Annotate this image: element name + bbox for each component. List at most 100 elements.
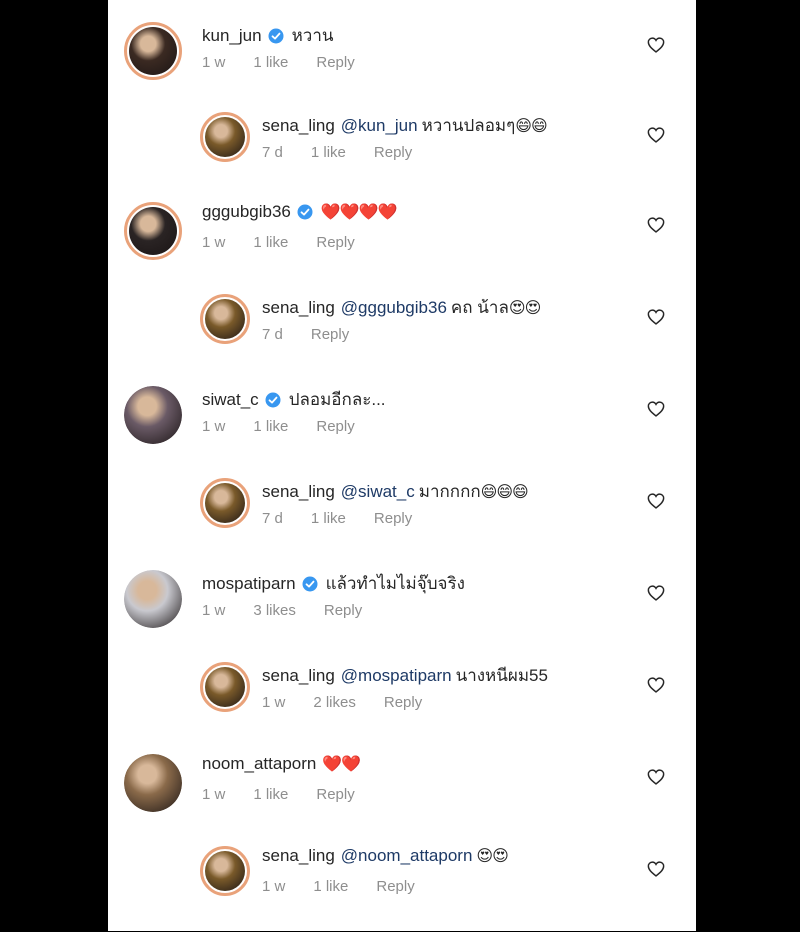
timestamp: 7 d	[262, 510, 283, 527]
comments-panel: kun_jun หวาน 1 w 1 like Reply sena_ling @kun_j…	[108, 0, 696, 931]
like-heart-icon[interactable]	[647, 861, 665, 877]
comment-meta: 7 d Reply	[262, 326, 377, 343]
timestamp: 1 w	[202, 602, 226, 619]
like-count[interactable]: 1 like	[253, 54, 288, 71]
username-link[interactable]: siwat_c	[202, 390, 259, 410]
mention-link[interactable]: @gggubgib36	[341, 298, 447, 318]
comment-line: gggubgib36 ❤️❤️❤️❤️	[202, 202, 398, 222]
like-count[interactable]: 1 like	[253, 418, 288, 435]
like-count[interactable]: 2 likes	[313, 694, 356, 711]
like-heart-icon[interactable]	[647, 217, 665, 233]
comment-text: นางหนีผม55	[455, 666, 548, 685]
username-link[interactable]: gggubgib36	[202, 202, 291, 222]
comment-meta: 1 w 1 like Reply	[202, 234, 383, 251]
avatar[interactable]	[124, 570, 182, 628]
comment-text: หวาน	[291, 26, 334, 45]
comment-emoji: ❤️❤️	[322, 756, 361, 773]
like-count[interactable]: 1 like	[253, 786, 288, 803]
like-heart-icon[interactable]	[647, 401, 665, 417]
username-link[interactable]: sena_ling	[262, 116, 335, 136]
username-link[interactable]: mospatiparn	[202, 574, 296, 594]
comment-emoji: 😄😄	[515, 117, 547, 135]
timestamp: 1 w	[202, 54, 226, 71]
username-link[interactable]: sena_ling	[262, 666, 335, 686]
avatar-image	[205, 667, 245, 707]
comment-text: ปลอมอีกละ...	[288, 390, 386, 409]
comment-meta: 1 w 1 like Reply	[202, 418, 383, 435]
reply-comment: sena_ling @siwat_c มากกกก 😄😄😄 7 d 1 like Reply	[108, 476, 696, 564]
reply-button[interactable]: Reply	[316, 234, 354, 251]
like-heart-icon[interactable]	[647, 127, 665, 143]
comment-line: sena_ling @noom_attaporn 😍😍	[262, 846, 509, 866]
like-count[interactable]: 1 like	[311, 144, 346, 161]
avatar[interactable]	[200, 294, 250, 344]
reply-button[interactable]: Reply	[374, 510, 412, 527]
comment-emoji: 😍😍	[476, 848, 508, 865]
avatar-image	[205, 483, 245, 523]
avatar[interactable]	[200, 846, 250, 896]
avatar[interactable]	[124, 202, 182, 260]
comment-emoji: 😍😍	[508, 299, 541, 317]
comment-emoji: 😄😄😄	[480, 483, 529, 501]
avatar-image	[124, 386, 182, 444]
reply-button[interactable]: Reply	[374, 144, 412, 161]
timestamp: 1 w	[202, 234, 226, 251]
reply-comment: sena_ling @kun_jun หวานปลอมๆ 😄😄 7 d 1 like Rep…	[108, 110, 696, 198]
like-heart-icon[interactable]	[647, 309, 665, 325]
avatar[interactable]	[124, 22, 182, 80]
avatar-image	[205, 117, 245, 157]
avatar-image	[129, 207, 177, 255]
avatar[interactable]	[124, 386, 182, 444]
comment: mospatiparn แล้วทำไมไม่จุ๊บจริง 1 w 3 likes…	[108, 568, 696, 656]
like-heart-icon[interactable]	[647, 677, 665, 693]
comment: gggubgib36 ❤️❤️❤️❤️ 1 w 1 like Reply	[108, 200, 696, 288]
like-heart-icon[interactable]	[647, 37, 665, 53]
comment: kun_jun หวาน 1 w 1 like Reply	[108, 20, 696, 108]
username-link[interactable]: sena_ling	[262, 298, 335, 318]
verified-badge-icon	[297, 204, 313, 220]
comment-line: noom_attaporn ❤️❤️	[202, 754, 361, 774]
comment-line: sena_ling @gggubgib36 คถ น้าล 😍😍	[262, 294, 541, 321]
timestamp: 7 d	[262, 326, 283, 343]
username-link[interactable]: sena_ling	[262, 846, 335, 866]
like-count[interactable]: 1 like	[311, 510, 346, 527]
comment-meta: 1 w 1 like Reply	[202, 54, 383, 71]
username-link[interactable]: kun_jun	[202, 26, 262, 46]
username-link[interactable]: sena_ling	[262, 482, 335, 502]
avatar-image	[124, 754, 182, 812]
timestamp: 1 w	[262, 694, 286, 711]
timestamp: 1 w	[202, 418, 226, 435]
mention-link[interactable]: @mospatiparn	[341, 666, 452, 686]
reply-button[interactable]: Reply	[316, 786, 354, 803]
reply-button[interactable]: Reply	[316, 54, 354, 71]
mention-link[interactable]: @siwat_c	[341, 482, 415, 502]
comment-meta: 1 w 1 like Reply	[262, 878, 443, 895]
comment-meta: 1 w 1 like Reply	[202, 786, 383, 803]
like-count[interactable]: 3 likes	[253, 602, 296, 619]
avatar[interactable]	[200, 662, 250, 712]
avatar[interactable]	[200, 112, 250, 162]
username-link[interactable]: noom_attaporn	[202, 754, 316, 774]
avatar[interactable]	[124, 754, 182, 812]
like-count[interactable]: 1 like	[313, 878, 348, 895]
timestamp: 1 w	[202, 786, 226, 803]
reply-comment: sena_ling @noom_attaporn 😍😍 1 w 1 like Reply	[108, 844, 696, 932]
comment-text: มากกกก	[418, 482, 481, 501]
comment: siwat_c ปลอมอีกละ... 1 w 1 like Reply	[108, 384, 696, 472]
like-heart-icon[interactable]	[647, 493, 665, 509]
mention-link[interactable]: @kun_jun	[341, 116, 418, 136]
reply-button[interactable]: Reply	[324, 602, 362, 619]
reply-button[interactable]: Reply	[311, 326, 349, 343]
timestamp: 7 d	[262, 144, 283, 161]
reply-button[interactable]: Reply	[376, 878, 414, 895]
reply-button[interactable]: Reply	[316, 418, 354, 435]
like-count[interactable]: 1 like	[253, 234, 288, 251]
reply-button[interactable]: Reply	[384, 694, 422, 711]
mention-link[interactable]: @noom_attaporn	[341, 846, 473, 866]
comment-text: หวานปลอมๆ	[421, 116, 516, 135]
verified-badge-icon	[265, 392, 281, 407]
like-heart-icon[interactable]	[647, 585, 665, 601]
avatar[interactable]	[200, 478, 250, 528]
comment-line: kun_jun หวาน	[202, 22, 333, 49]
like-heart-icon[interactable]	[647, 769, 665, 785]
